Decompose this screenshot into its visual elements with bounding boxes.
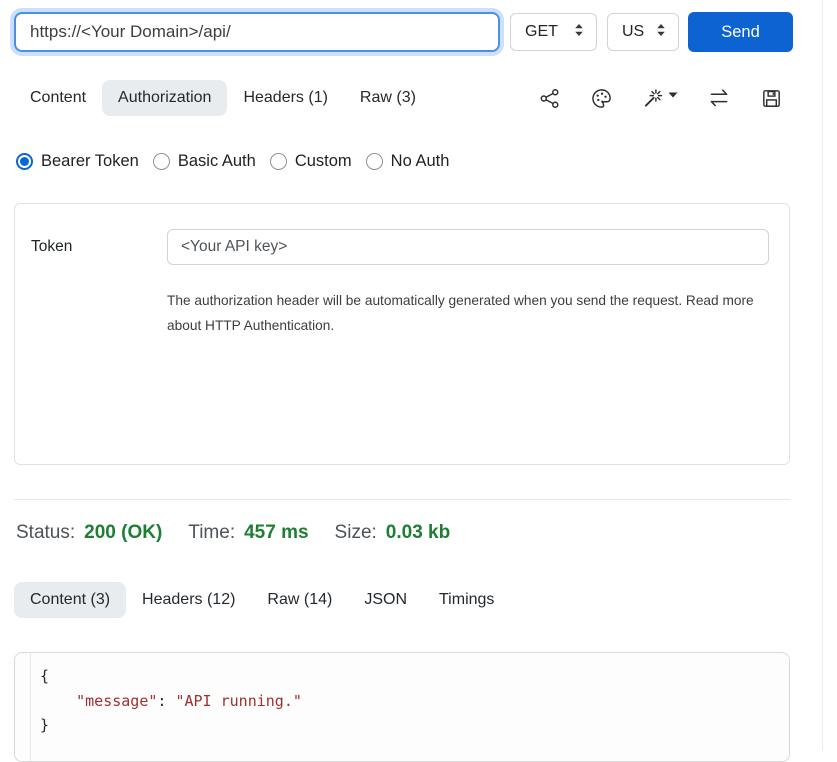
updown-arrows-icon (656, 23, 666, 42)
code-line: } (40, 713, 779, 738)
size-group: Size: 0.03 kb (335, 522, 451, 544)
updown-arrows-icon (574, 23, 584, 42)
radio-bearer-token[interactable]: Bearer Token (16, 152, 139, 171)
response-body-panel: { "message": "API running." } (14, 652, 790, 762)
tab-response-timings[interactable]: Timings (423, 582, 510, 618)
size-label: Size: (335, 522, 377, 544)
request-bar: GET US Send (14, 12, 793, 52)
region-select-value: US (622, 23, 644, 41)
size-value: 0.03 kb (386, 522, 450, 544)
radio-label: Bearer Token (41, 152, 139, 171)
send-button[interactable]: Send (688, 12, 793, 52)
tab-authorization[interactable]: Authorization (102, 80, 227, 116)
save-button[interactable] (760, 87, 783, 110)
beautify-dropdown-button[interactable] (642, 87, 678, 110)
time-group: Time: 457 ms (188, 522, 308, 544)
radio-unselected-icon (270, 153, 287, 170)
radio-custom[interactable]: Custom (270, 152, 352, 171)
save-icon (760, 87, 783, 110)
swap-button[interactable] (707, 86, 731, 110)
url-input[interactable] (14, 12, 500, 52)
radio-no-auth[interactable]: No Auth (366, 152, 450, 171)
status-group: Status: 200 (OK) (16, 522, 162, 544)
response-tabs-row: Content (3) Headers (12) Raw (14) JSON T… (14, 582, 510, 618)
tab-headers[interactable]: Headers (1) (227, 80, 343, 116)
token-input[interactable] (167, 229, 769, 265)
tab-content[interactable]: Content (14, 80, 102, 116)
response-status-row: Status: 200 (OK) Time: 457 ms Size: 0.03… (16, 522, 476, 544)
code-line: { (40, 664, 779, 689)
radio-label: Basic Auth (178, 152, 256, 171)
request-tabs-row: Content Authorization Headers (1) Raw (3… (14, 78, 793, 118)
request-toolbar (538, 86, 793, 110)
theme-button[interactable] (590, 87, 613, 110)
content-right-divider (822, 0, 823, 750)
tab-response-raw[interactable]: Raw (14) (251, 582, 348, 618)
tab-response-headers[interactable]: Headers (12) (126, 582, 251, 618)
radio-basic-auth[interactable]: Basic Auth (153, 152, 256, 171)
section-divider (14, 499, 790, 500)
share-button[interactable] (538, 87, 561, 110)
tab-raw[interactable]: Raw (3) (344, 80, 432, 116)
status-label: Status: (16, 522, 75, 544)
json-value: "API running." (175, 692, 301, 710)
tab-response-json[interactable]: JSON (348, 582, 423, 618)
radio-unselected-icon (366, 153, 383, 170)
token-label: Token (31, 238, 72, 256)
time-value: 457 ms (244, 522, 308, 544)
tab-response-content[interactable]: Content (3) (14, 582, 126, 618)
response-body-code: { "message": "API running." } (31, 653, 789, 761)
token-help-text: The authorization header will be automat… (167, 288, 785, 338)
swap-arrows-icon (707, 86, 731, 110)
magic-wand-icon (642, 87, 665, 110)
radio-selected-icon (16, 153, 33, 170)
share-icon (538, 87, 561, 110)
bearer-token-panel: Token The authorization header will be a… (14, 203, 790, 465)
status-value: 200 (OK) (84, 522, 162, 544)
method-select-value: GET (525, 23, 558, 41)
method-select[interactable]: GET (510, 13, 597, 51)
time-label: Time: (188, 522, 235, 544)
code-gutter (15, 653, 31, 761)
region-select[interactable]: US (607, 13, 679, 51)
radio-label: Custom (295, 152, 352, 171)
radio-label: No Auth (391, 152, 450, 171)
chevron-down-icon (668, 92, 678, 98)
code-line: "message": "API running." (40, 689, 779, 714)
auth-type-options: Bearer Token Basic Auth Custom No Auth (16, 152, 449, 171)
json-key: "message" (76, 692, 157, 710)
palette-icon (590, 87, 613, 110)
radio-unselected-icon (153, 153, 170, 170)
